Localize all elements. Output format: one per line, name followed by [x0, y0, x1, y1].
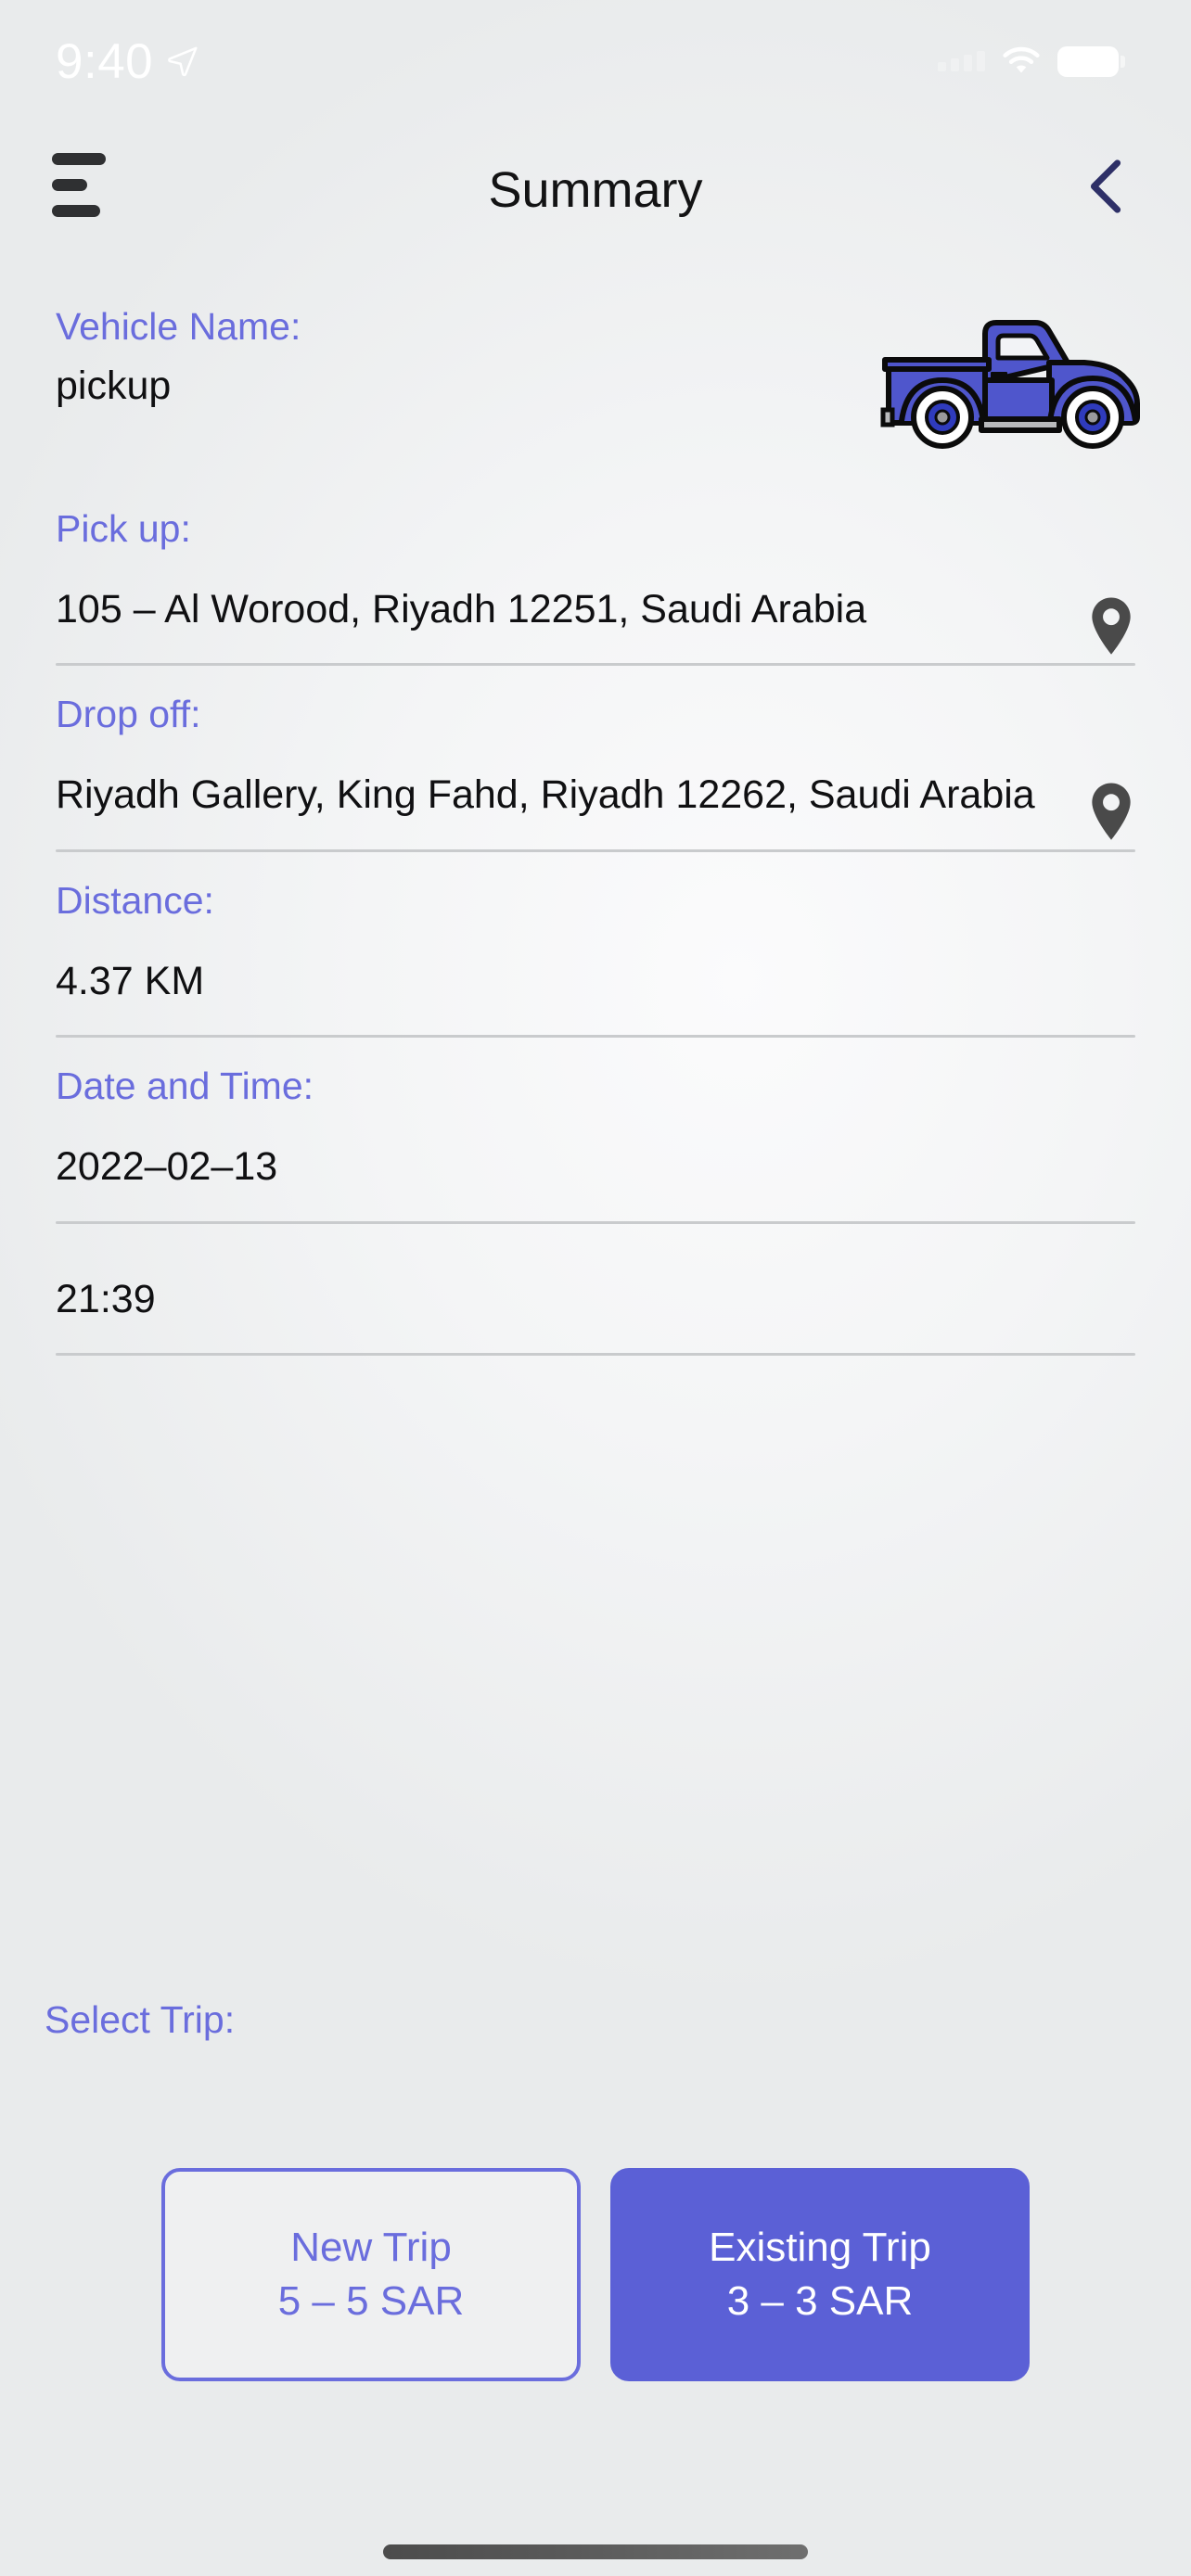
location-arrow-icon [168, 46, 198, 77]
pickup-value: 105 – Al Worood, Riyadh 12251, Saudi Ara… [56, 587, 867, 632]
map-pin-icon[interactable] [1087, 781, 1135, 842]
chevron-left-icon [1090, 159, 1121, 213]
pickup-truck-illustration [868, 291, 1146, 449]
time-field: 21:39 [0, 1224, 1191, 1321]
distance-label: Distance: [56, 878, 214, 922]
vehicle-name-field: Vehicle Name: pickup [0, 305, 1191, 508]
pickup-label: Pick up: [56, 507, 191, 550]
existing-trip-price: 3 – 3 SAR [726, 2278, 914, 2324]
page-title: Summary [488, 162, 703, 218]
existing-trip-title: Existing Trip [709, 2224, 931, 2270]
pickup-field: Pick up: 105 – Al Worood, Riyadh 12251, … [0, 507, 1191, 663]
date-time-label: Date and Time: [56, 1065, 314, 1108]
dropoff-field: Drop off: Riyadh Gallery, King Fahd, Riy… [0, 666, 1191, 848]
distance-value: 4.37 KM [56, 958, 205, 1003]
battery-icon [1057, 45, 1125, 77]
select-trip-label: Select Trip: [45, 1998, 236, 2041]
vehicle-name-value: pickup [56, 363, 172, 408]
status-bar-right [938, 45, 1125, 77]
status-bar: 9:40 [0, 0, 1191, 122]
status-bar-left: 9:40 [56, 37, 199, 86]
dropoff-value: Riyadh Gallery, King Fahd, Riyadh 12262,… [56, 772, 1035, 818]
map-pin-icon[interactable] [1087, 595, 1135, 657]
home-indicator[interactable] [383, 2544, 808, 2559]
existing-trip-button[interactable]: Existing Trip 3 – 3 SAR [610, 2168, 1030, 2381]
trip-options: New Trip 5 – 5 SAR Existing Trip 3 – 3 S… [0, 2168, 1191, 2381]
wifi-icon [1003, 46, 1040, 73]
new-trip-price: 5 – 5 SAR [277, 2278, 465, 2324]
pickup-row[interactable]: 105 – Al Worood, Riyadh 12251, Saudi Ara… [56, 587, 1135, 663]
time-value[interactable]: 21:39 [56, 1277, 1135, 1321]
divider [56, 1352, 1135, 1356]
status-time: 9:40 [56, 33, 154, 89]
new-trip-title: New Trip [290, 2224, 452, 2270]
new-trip-button[interactable]: New Trip 5 – 5 SAR [161, 2168, 581, 2381]
date-time-field: Date and Time: 2022–02–13 [0, 1038, 1191, 1189]
date-value[interactable]: 2022–02–13 [56, 1144, 1135, 1189]
back-button[interactable] [1067, 147, 1146, 226]
navigation-bar: Summary [0, 139, 1191, 241]
summary-content: Vehicle Name: pickup Pick up: 105 – Al W… [0, 305, 1191, 1356]
distance-field: Distance: 4.37 KM [0, 852, 1191, 1003]
dropoff-row[interactable]: Riyadh Gallery, King Fahd, Riyadh 12262,… [56, 773, 1135, 848]
dropoff-label: Drop off: [56, 693, 201, 736]
cellular-signal-icon [938, 51, 985, 71]
vehicle-name-label: Vehicle Name: [56, 305, 301, 348]
